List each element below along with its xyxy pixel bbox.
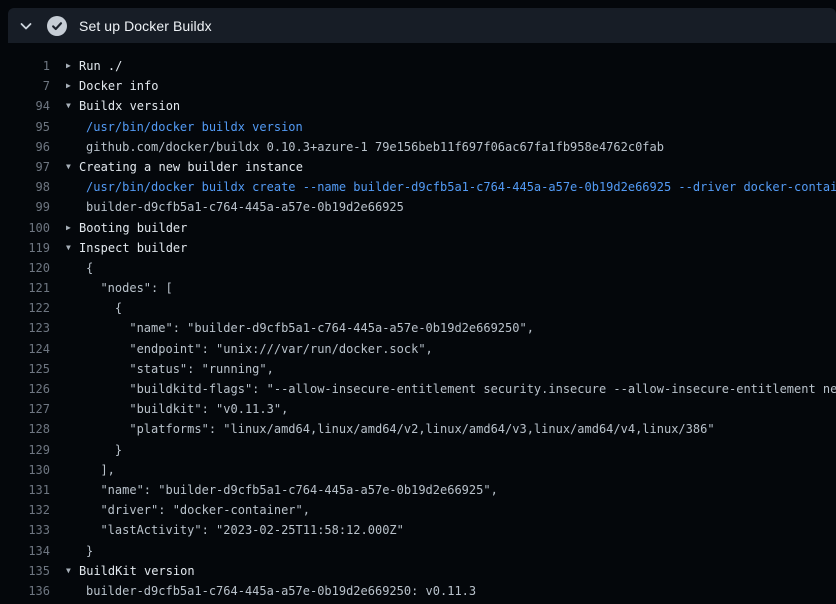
line-number[interactable]: 131 xyxy=(0,480,50,500)
log-text[interactable]: Run ./ xyxy=(79,56,122,76)
log-text: builder-d9cfb5a1-c764-445a-a57e-0b19d2e6… xyxy=(86,197,404,217)
log-line[interactable]: 135 ▼ BuildKit version xyxy=(0,561,836,581)
log-text: /usr/bin/docker buildx version xyxy=(86,117,303,137)
line-number[interactable]: 100 xyxy=(0,218,50,238)
log-line: 123 "name": "builder-d9cfb5a1-c764-445a-… xyxy=(0,318,836,338)
log-line: 125 "status": "running", xyxy=(0,359,836,379)
line-number[interactable]: 124 xyxy=(0,339,50,359)
log-line[interactable]: 97 ▼ Creating a new builder instance xyxy=(0,157,836,177)
log-text: "lastActivity": "2023-02-25T11:58:12.000… xyxy=(86,520,404,540)
line-number[interactable]: 128 xyxy=(0,419,50,439)
log-line: 136 builder-d9cfb5a1-c764-445a-a57e-0b19… xyxy=(0,581,836,601)
log-text: "buildkit": "v0.11.3", xyxy=(86,399,288,419)
group-toggle-icon[interactable]: ▼ xyxy=(66,561,79,581)
log-text: builder-d9cfb5a1-c764-445a-a57e-0b19d2e6… xyxy=(86,581,476,601)
log-line: 126 "buildkitd-flags": "--allow-insecure… xyxy=(0,379,836,399)
log-text[interactable]: Docker info xyxy=(79,76,158,96)
chevron-down-icon[interactable] xyxy=(18,18,34,34)
log-line: 99 builder-d9cfb5a1-c764-445a-a57e-0b19d… xyxy=(0,197,836,217)
log-line: 122 { xyxy=(0,298,836,318)
log-text: "status": "running", xyxy=(86,359,274,379)
line-number[interactable]: 127 xyxy=(0,399,50,419)
log-text[interactable]: BuildKit version xyxy=(79,561,195,581)
step-title: Set up Docker Buildx xyxy=(79,18,212,34)
log-line: 127 "buildkit": "v0.11.3", xyxy=(0,399,836,419)
line-number[interactable]: 119 xyxy=(0,238,50,258)
log-text: "driver": "docker-container", xyxy=(86,500,310,520)
log-text[interactable]: Inspect builder xyxy=(79,238,187,258)
line-number[interactable]: 120 xyxy=(0,258,50,278)
line-number[interactable]: 95 xyxy=(0,117,50,137)
line-number[interactable]: 133 xyxy=(0,520,50,540)
log-line: 124 "endpoint": "unix:///var/run/docker.… xyxy=(0,339,836,359)
line-number[interactable]: 123 xyxy=(0,318,50,338)
log-line: 131 "name": "builder-d9cfb5a1-c764-445a-… xyxy=(0,480,836,500)
line-number[interactable]: 125 xyxy=(0,359,50,379)
line-number[interactable]: 122 xyxy=(0,298,50,318)
log-text: /usr/bin/docker buildx create --name bui… xyxy=(86,177,836,197)
log-line[interactable]: 100 ▶ Booting builder xyxy=(0,218,836,238)
log-text: "platforms": "linux/amd64,linux/amd64/v2… xyxy=(86,419,715,439)
log-line[interactable]: 7 ▶ Docker info xyxy=(0,76,836,96)
log-line: 129 } xyxy=(0,440,836,460)
line-number[interactable]: 1 xyxy=(0,56,50,76)
line-number[interactable]: 134 xyxy=(0,541,50,561)
log-line: 96 github.com/docker/buildx 0.10.3+azure… xyxy=(0,137,836,157)
log-line: 121 "nodes": [ xyxy=(0,278,836,298)
log-text: ], xyxy=(86,460,115,480)
log-text: github.com/docker/buildx 0.10.3+azure-1 … xyxy=(86,137,664,157)
log-line: 120 { xyxy=(0,258,836,278)
log-text: "nodes": [ xyxy=(86,278,173,298)
check-circle-icon xyxy=(47,16,67,36)
log-text: { xyxy=(86,298,122,318)
log-line[interactable]: 119 ▼ Inspect builder xyxy=(0,238,836,258)
log-line: 130 ], xyxy=(0,460,836,480)
line-number[interactable]: 97 xyxy=(0,157,50,177)
line-number[interactable]: 96 xyxy=(0,137,50,157)
log-line: 132 "driver": "docker-container", xyxy=(0,500,836,520)
step-header[interactable]: Set up Docker Buildx xyxy=(8,8,836,43)
group-toggle-icon[interactable]: ▼ xyxy=(66,238,79,258)
log-line: 133 "lastActivity": "2023-02-25T11:58:12… xyxy=(0,520,836,540)
log-text: "endpoint": "unix:///var/run/docker.sock… xyxy=(86,339,433,359)
group-toggle-icon[interactable]: ▶ xyxy=(66,76,79,96)
line-number[interactable]: 7 xyxy=(0,76,50,96)
log-line: 98 /usr/bin/docker buildx create --name … xyxy=(0,177,836,197)
log-text: "buildkitd-flags": "--allow-insecure-ent… xyxy=(86,379,836,399)
line-number[interactable]: 136 xyxy=(0,581,50,601)
line-number[interactable]: 129 xyxy=(0,440,50,460)
log-line: 95 /usr/bin/docker buildx version xyxy=(0,117,836,137)
line-number[interactable]: 99 xyxy=(0,197,50,217)
line-number[interactable]: 94 xyxy=(0,96,50,116)
line-number[interactable]: 121 xyxy=(0,278,50,298)
group-toggle-icon[interactable]: ▼ xyxy=(66,157,79,177)
log-text[interactable]: Booting builder xyxy=(79,218,187,238)
log-text: { xyxy=(86,258,93,278)
line-number[interactable]: 130 xyxy=(0,460,50,480)
group-toggle-icon[interactable]: ▼ xyxy=(66,96,79,116)
log-text: } xyxy=(86,440,122,460)
log-text[interactable]: Buildx version xyxy=(79,96,180,116)
line-number[interactable]: 126 xyxy=(0,379,50,399)
log-text: } xyxy=(86,541,93,561)
group-toggle-icon[interactable]: ▶ xyxy=(66,56,79,76)
log-text: "name": "builder-d9cfb5a1-c764-445a-a57e… xyxy=(86,480,498,500)
log-viewer: 1 ▶ Run ./ 7 ▶ Docker info 94 ▼ Buildx v… xyxy=(0,43,836,604)
group-toggle-icon[interactable]: ▶ xyxy=(66,218,79,238)
log-text: "name": "builder-d9cfb5a1-c764-445a-a57e… xyxy=(86,318,534,338)
log-text[interactable]: Creating a new builder instance xyxy=(79,157,303,177)
line-number[interactable]: 98 xyxy=(0,177,50,197)
log-line: 128 "platforms": "linux/amd64,linux/amd6… xyxy=(0,419,836,439)
log-line[interactable]: 1 ▶ Run ./ xyxy=(0,56,836,76)
log-line: 134 } xyxy=(0,541,836,561)
line-number[interactable]: 132 xyxy=(0,500,50,520)
line-number[interactable]: 135 xyxy=(0,561,50,581)
log-line[interactable]: 94 ▼ Buildx version xyxy=(0,96,836,116)
